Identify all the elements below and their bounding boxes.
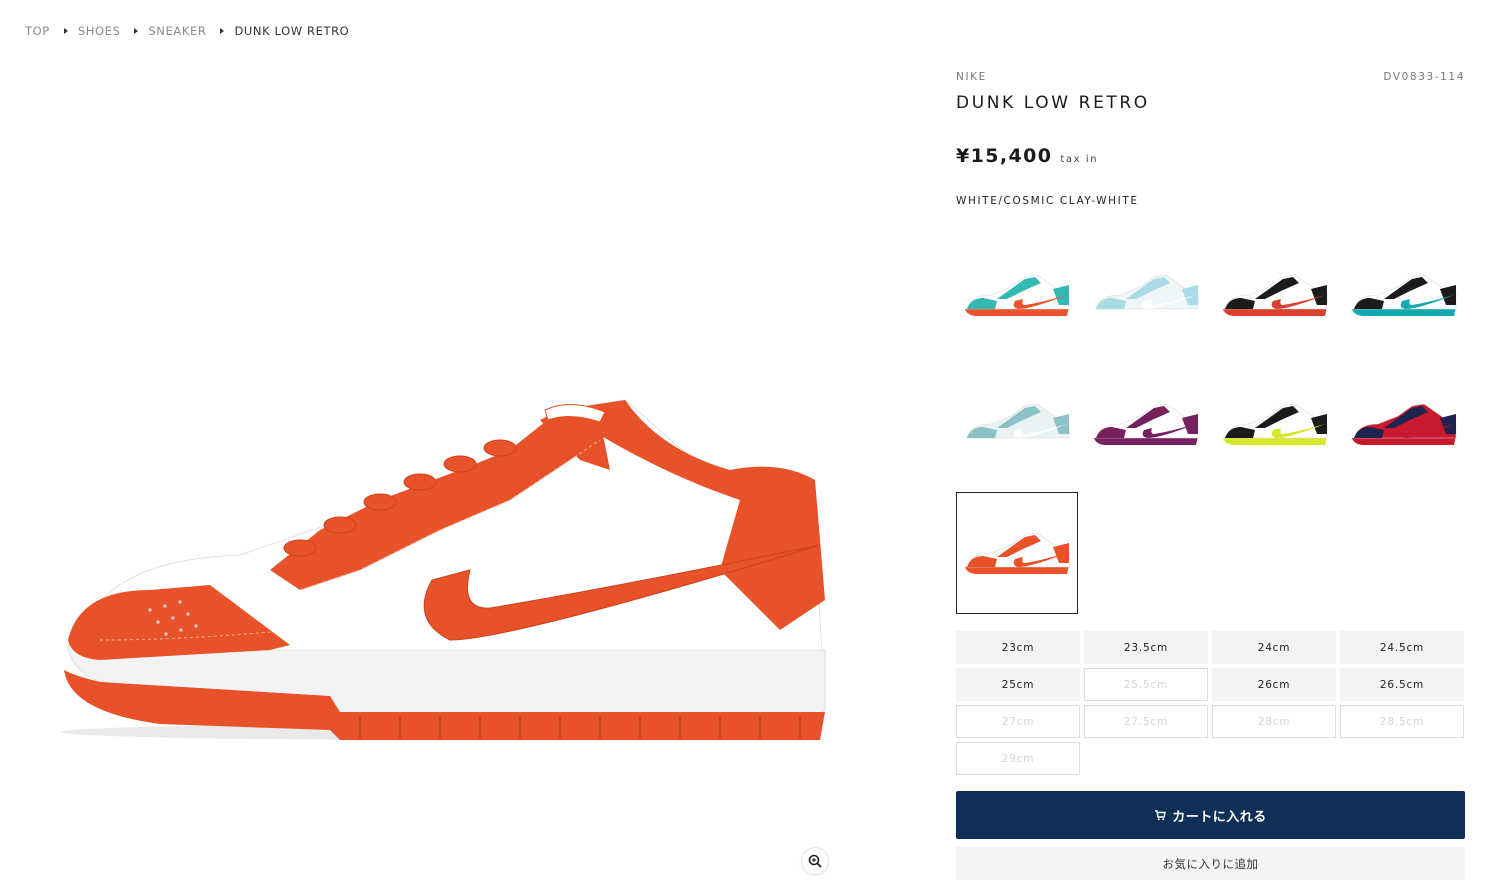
brand-name[interactable]: NIKE xyxy=(956,71,987,83)
sneaker-thumbnail-icon xyxy=(1094,403,1199,445)
size-option-24-5cm[interactable]: 24.5cm xyxy=(1340,631,1464,664)
chevron-right-icon xyxy=(63,28,68,34)
size-option-26-5cm[interactable]: 26.5cm xyxy=(1340,668,1464,701)
size-option-23-5cm[interactable]: 23.5cm xyxy=(1084,631,1208,664)
sneaker-thumbnail-icon xyxy=(1094,274,1199,316)
breadcrumb-top[interactable]: TOP xyxy=(25,24,50,38)
size-option-29cm: 29cm xyxy=(956,742,1080,775)
size-option-24cm[interactable]: 24cm xyxy=(1212,631,1336,664)
add-to-favorites-button[interactable]: お気に入りに追加 xyxy=(956,847,1465,880)
sneaker-thumbnail-icon xyxy=(1223,274,1328,316)
chevron-right-icon xyxy=(134,28,139,34)
tax-label: tax in xyxy=(1060,154,1099,165)
breadcrumb-sneaker[interactable]: SNEAKER xyxy=(148,24,206,38)
cart-icon xyxy=(1155,810,1167,821)
sneaker-thumbnail-icon xyxy=(1223,403,1328,445)
size-option-26cm[interactable]: 26cm xyxy=(1212,668,1336,701)
size-option-23cm[interactable]: 23cm xyxy=(956,631,1080,664)
product-price: ¥15,400 xyxy=(956,145,1053,167)
main-product-image xyxy=(40,340,850,760)
color-variant-list xyxy=(956,234,1465,614)
breadcrumb-current: DUNK LOW RETRO xyxy=(234,24,350,38)
color-variant-4[interactable] xyxy=(1343,234,1465,356)
size-option-27cm: 27cm xyxy=(956,705,1080,738)
color-variant-1[interactable] xyxy=(956,234,1078,356)
chevron-right-icon xyxy=(220,28,225,34)
color-variant-2[interactable] xyxy=(1085,234,1207,356)
add-to-favorites-label: お気に入りに追加 xyxy=(1162,858,1259,871)
size-option-25-5cm: 25.5cm xyxy=(1084,668,1208,701)
color-variant-7[interactable] xyxy=(1214,363,1336,485)
product-title: DUNK LOW RETRO xyxy=(956,93,1150,113)
size-option-28cm: 28cm xyxy=(1212,705,1336,738)
size-option-27-5cm: 27.5cm xyxy=(1084,705,1208,738)
brand-row: NIKE DV0833-114 xyxy=(956,71,1465,83)
zoom-in-icon xyxy=(808,854,822,868)
sneaker-thumbnail-icon xyxy=(1352,274,1457,316)
color-variant-8[interactable] xyxy=(1343,363,1465,485)
breadcrumb: TOP SHOES SNEAKER DUNK LOW RETRO xyxy=(25,24,349,38)
product-sku: DV0833-114 xyxy=(1383,71,1465,83)
color-variant-6[interactable] xyxy=(1085,363,1207,485)
zoom-in-button[interactable] xyxy=(801,847,829,875)
color-variant-5[interactable] xyxy=(956,363,1078,485)
size-selector: 23cm 23.5cm 24cm 24.5cm 25cm 25.5cm 26cm 26.5cm… xyxy=(956,631,1465,775)
sneaker-thumbnail-icon xyxy=(1352,403,1457,445)
color-name: WHITE/COSMIC CLAY-WHITE xyxy=(956,195,1139,207)
sneaker-thumbnail-icon xyxy=(965,532,1070,574)
color-variant-9[interactable] xyxy=(956,492,1078,614)
sneaker-thumbnail-icon xyxy=(965,274,1070,316)
sneaker-thumbnail-icon xyxy=(965,403,1070,445)
price-row: ¥15,400 tax in xyxy=(956,145,1098,167)
add-to-cart-button[interactable]: カートに入れる xyxy=(956,791,1465,839)
size-option-25cm[interactable]: 25cm xyxy=(956,668,1080,701)
breadcrumb-shoes[interactable]: SHOES xyxy=(78,24,121,38)
add-to-cart-label: カートに入れる xyxy=(1172,808,1267,824)
size-option-28-5cm: 28.5cm xyxy=(1340,705,1464,738)
color-variant-3[interactable] xyxy=(1214,234,1336,356)
